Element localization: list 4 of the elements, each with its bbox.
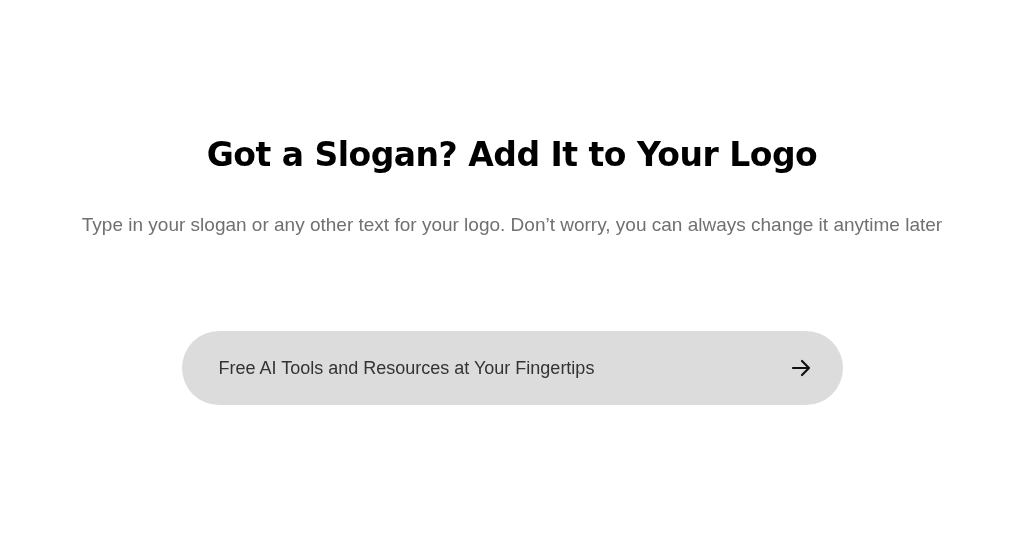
description-text: Type in your slogan or any other text for your logo. Don’t worry, you can always change it anytime later bbox=[80, 213, 944, 237]
slogan-input-field[interactable]: Free AI Tools and Resources at Your Fingertips bbox=[181, 331, 843, 405]
page-heading: Got a Slogan? Add It to Your Logo bbox=[206, 134, 818, 176]
arrow-right-icon bbox=[789, 357, 812, 379]
